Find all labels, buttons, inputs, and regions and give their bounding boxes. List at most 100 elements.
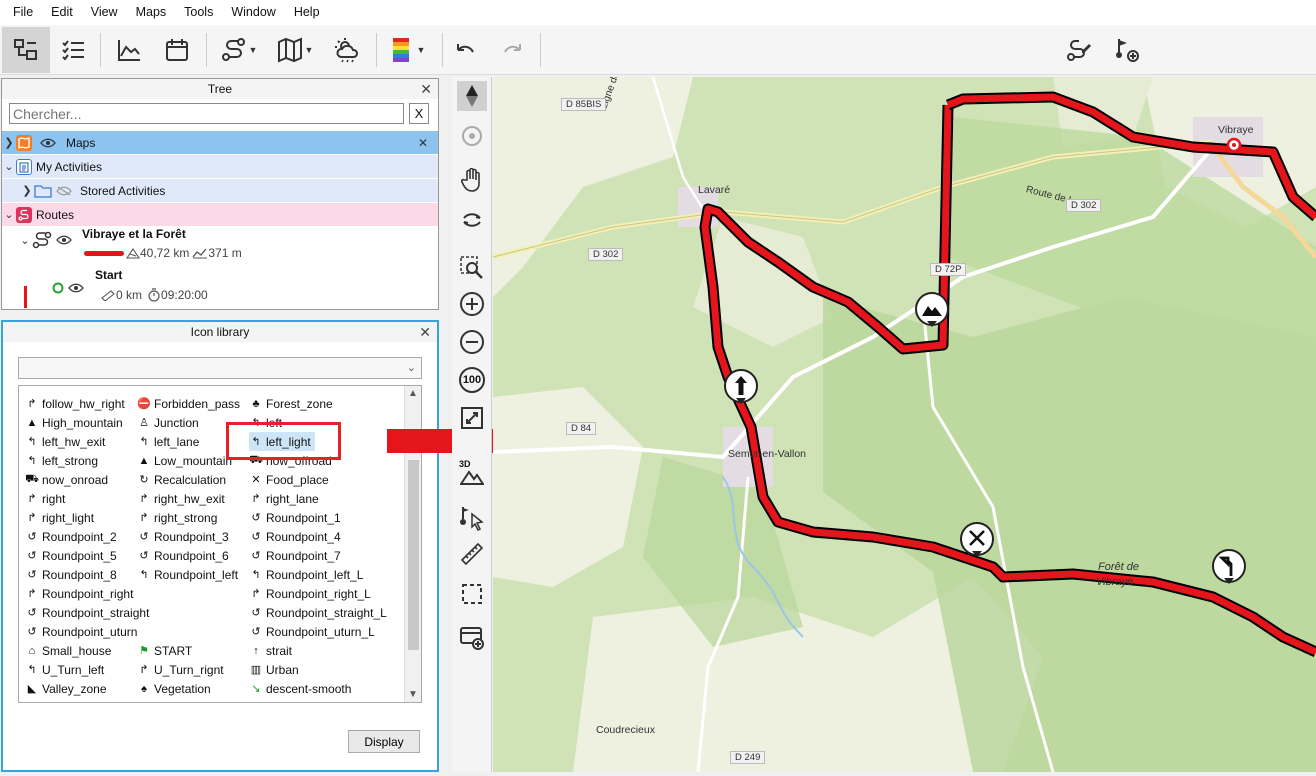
menu-window[interactable]: Window [222,0,284,25]
icon-item-roundpoint-right-l[interactable]: ↱ Roundpoint_right_L [249,584,370,603]
icon-item-recalculation[interactable]: ↻ Recalculation [137,470,226,489]
icon-item-right-light[interactable]: ↱ right_light [25,508,94,527]
icon-item-start[interactable]: ⚑ START [137,641,192,660]
menu-file[interactable]: File [4,0,42,25]
icon-item-forbidden-pass[interactable]: ⛔ Forbidden_pass [137,394,240,413]
tree-search-input[interactable] [9,103,404,124]
select-rect-button[interactable] [457,579,487,609]
eye-icon[interactable] [68,283,84,293]
3d-button[interactable]: 3D [457,455,487,489]
route-menu-button[interactable]: ▼ [214,27,264,73]
icon-item-roundpoint-1[interactable]: ↺ Roundpoint_1 [249,508,340,527]
icon-item-roundpoint-left[interactable]: ↰ Roundpoint_left [137,565,238,584]
icon-item-urban[interactable]: ▥ Urban [249,660,299,679]
zoom-100-button[interactable]: 100 [457,365,487,395]
zoom-out-button[interactable] [457,327,487,357]
menu-edit[interactable]: Edit [42,0,82,25]
compass-button[interactable] [457,81,487,111]
tree-node-maps[interactable]: ❯ Maps ✕ [2,131,438,154]
icon-item-valley-zone[interactable]: ◣ Valley_zone [25,679,107,698]
chevron-right-icon[interactable]: ❯ [20,184,34,197]
redo-button[interactable] [494,27,532,73]
menu-help[interactable]: Help [285,0,329,25]
icon-item-small-house[interactable]: ⌂ Small_house [25,641,112,660]
icon-item-now-onroad[interactable]: ⛟ now_onroad [25,470,108,489]
icon-item-roundpoint-4[interactable]: ↺ Roundpoint_4 [249,527,340,546]
icon-item-left-hw-exit[interactable]: ↰ left_hw_exit [25,432,105,451]
icon-item-roundpoint-left-l[interactable]: ↰ Roundpoint_left_L [249,565,363,584]
library-close-button[interactable]: ✕ [419,322,431,342]
icon-item-left-strong[interactable]: ↰ left_strong [25,451,98,470]
icon-item-roundpoint-3[interactable]: ↺ Roundpoint_3 [137,527,228,546]
icon-item-follow-hw-right[interactable]: ↱ follow_hw_right [25,394,124,413]
zoom-in-button[interactable] [457,289,487,319]
icon-item-high-mountain[interactable]: ▲ High_mountain [25,413,123,432]
zoom-area-button[interactable] [457,253,487,283]
icon-item-roundpoint-right[interactable]: ↱ Roundpoint_right [25,584,133,603]
tree-node-my-activities[interactable]: ⌄ My Activities [2,155,438,178]
icon-item-roundpoint-5[interactable]: ↺ Roundpoint_5 [25,546,116,565]
menu-maps[interactable]: Maps [127,0,176,25]
menu-tools[interactable]: Tools [175,0,222,25]
scroll-thumb[interactable] [408,460,419,650]
fit-button[interactable] [457,403,487,433]
chevron-down-icon[interactable]: ⌄ [18,234,32,247]
color-scale-button[interactable]: ▼ [384,27,434,73]
eye-hidden-icon[interactable] [56,186,72,196]
icon-item-descent-smooth[interactable]: ↘ descent-smooth [249,679,351,698]
chart-button[interactable] [108,27,150,73]
map-menu-button[interactable]: ▼ [270,27,320,73]
icon-item-roundpoint-7[interactable]: ↺ Roundpoint_7 [249,546,340,565]
icon-category-select[interactable]: ⌄ [18,357,422,379]
calendar-button[interactable] [156,27,198,73]
menu-view[interactable]: View [82,0,127,25]
add-waypoint-button[interactable] [1108,27,1146,73]
tree-node-stored-activities[interactable]: ❯ Stored Activities [2,179,438,202]
icon-item-junction[interactable]: ♙ Junction [137,413,199,432]
icon-item-u-turn-left[interactable]: ↰ U_Turn_left [25,660,104,679]
tree-view-button[interactable] [2,27,50,73]
icon-item-strait[interactable]: ↑ strait [249,641,292,660]
undo-button[interactable] [446,27,484,73]
pan-button[interactable] [457,165,487,195]
icon-item-left-lane[interactable]: ↰ left_lane [137,432,199,451]
icon-item-roundpoint-2[interactable]: ↺ Roundpoint_2 [25,527,116,546]
rotate-button[interactable] [457,205,487,235]
icon-item-roundpoint-uturn-l[interactable]: ↺ Roundpoint_uturn_L [249,622,374,641]
locate-button[interactable] [457,121,487,151]
icon-item-right[interactable]: ↱ right [25,489,65,508]
icon-item-low-mountain[interactable]: ▲ Low_mountain [137,451,233,470]
chevron-down-icon[interactable]: ⌄ [2,160,16,173]
icon-item-food-place[interactable]: ✕ Food_place [249,470,328,489]
waypoint-start-label[interactable]: Start [95,268,122,282]
icon-item-forest-zone[interactable]: ♣ Forest_zone [249,394,332,413]
scroll-up-icon[interactable]: ▲ [408,388,418,399]
display-button[interactable]: Display [348,730,420,753]
route-edit-button[interactable] [1060,27,1098,73]
icon-item-roundpoint-straight-l[interactable]: ↺ Roundpoint_straight_L [249,603,386,622]
chevron-down-icon[interactable]: ⌄ [2,208,16,221]
icon-item-u-turn-rignt[interactable]: ↱ U_Turn_rignt [137,660,223,679]
tree-node-routes[interactable]: ⌄ Routes [2,203,438,226]
icon-list[interactable]: ↱ follow_hw_right ⛔ Forbidden_pass ♣ Forest_z… [18,385,422,703]
eye-icon[interactable] [56,235,72,245]
icon-item-roundpoint-straight[interactable]: ↺ Roundpoint_straight [25,603,149,622]
chevron-right-icon[interactable]: ❯ [2,136,16,149]
checklist-button[interactable] [52,27,94,73]
select-point-button[interactable] [457,503,487,533]
search-clear-button[interactable]: X [409,103,429,124]
weather-button[interactable] [326,27,368,73]
remove-icon[interactable]: ✕ [418,136,428,150]
icon-item-vegetation[interactable]: ♠ Vegetation [137,679,211,698]
icon-item-right-strong[interactable]: ↱ right_strong [137,508,217,527]
map-view[interactable]: Vibraye Lavaré Semur-en-Vallon Coudrecie… [493,77,1316,772]
icon-item-roundpoint-6[interactable]: ↺ Roundpoint_6 [137,546,228,565]
icon-item-right-hw-exit[interactable]: ↱ right_hw_exit [137,489,224,508]
tree-close-button[interactable]: ✕ [420,79,432,99]
eye-icon[interactable] [40,138,56,148]
start-marker[interactable] [1226,137,1242,153]
ruler-button[interactable] [457,539,487,569]
scroll-down-icon[interactable]: ▼ [408,689,418,700]
icon-item-right-lane[interactable]: ↱ right_lane [249,489,318,508]
icon-item-roundpoint-8[interactable]: ↺ Roundpoint_8 [25,565,116,584]
